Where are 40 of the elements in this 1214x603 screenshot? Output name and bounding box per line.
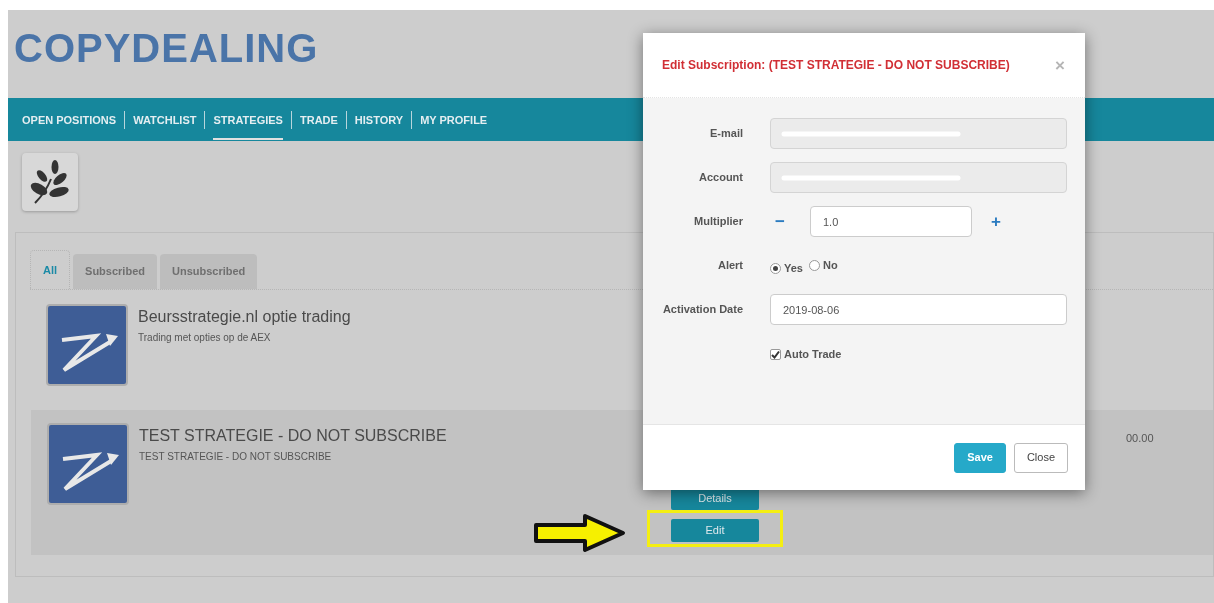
minus-button[interactable]: − xyxy=(770,208,790,235)
modal-title: Edit Subscription: (TEST STRATEGIE - DO NOT SUBSCRIBE) xyxy=(662,57,1010,74)
strategy-description: TEST STRATEGIE - DO NOT SUBSCRIBE xyxy=(139,450,333,465)
strategy-description: Trading met opties op de AEX xyxy=(138,331,272,346)
radio-button[interactable] xyxy=(808,259,820,271)
field-label: Multiplier xyxy=(693,214,743,230)
nav-link[interactable]: HISTORY xyxy=(354,101,404,140)
nav-link[interactable]: MY PROFILE xyxy=(420,101,488,140)
radio-button[interactable] xyxy=(770,262,781,274)
close-button[interactable]: × xyxy=(1055,56,1065,74)
strategy-name: TEST STRATEGIE - DO NOT SUBSCRIBE xyxy=(139,426,447,446)
amount-text: 00.00 xyxy=(1126,431,1154,446)
input-field[interactable]: 2019-08-06 xyxy=(770,294,1067,325)
save-button[interactable]: Save xyxy=(954,442,1006,473)
edit-button[interactable]: Edit xyxy=(671,518,759,542)
arrow-icon xyxy=(533,513,627,553)
field-label: E-mail xyxy=(709,126,743,142)
input-field[interactable] xyxy=(770,118,1067,149)
nav-link[interactable]: WATCHLIST xyxy=(133,101,197,140)
option-label: No xyxy=(822,257,838,273)
strategy-name: Beursstrategie.nl optie trading xyxy=(138,307,351,327)
nav-link[interactable]: TRADE xyxy=(299,101,338,140)
nav-link[interactable]: STRATEGIES xyxy=(213,101,283,140)
field-label: Activation Date xyxy=(661,302,743,318)
option-label: Yes xyxy=(784,260,803,276)
tab[interactable]: All xyxy=(30,250,71,289)
checkbox[interactable] xyxy=(770,348,781,360)
plant-button[interactable] xyxy=(22,153,78,211)
leaf-branch-icon xyxy=(29,159,71,205)
nav-link[interactable]: OPEN POSITIONS xyxy=(22,101,117,140)
checkbox-label: Auto Trade xyxy=(784,346,842,362)
input-field[interactable] xyxy=(770,162,1067,193)
tab[interactable]: Subscribed xyxy=(73,254,157,289)
field-label: Account xyxy=(698,170,743,186)
logo[interactable]: COPYDEALING xyxy=(14,28,319,68)
field-label: Alert xyxy=(716,258,743,274)
plus-button[interactable]: + xyxy=(986,208,1006,235)
input-field[interactable]: 1.0 xyxy=(810,206,972,237)
tab[interactable]: Unsubscribed xyxy=(159,254,258,289)
close-button[interactable]: Close xyxy=(1013,442,1068,473)
